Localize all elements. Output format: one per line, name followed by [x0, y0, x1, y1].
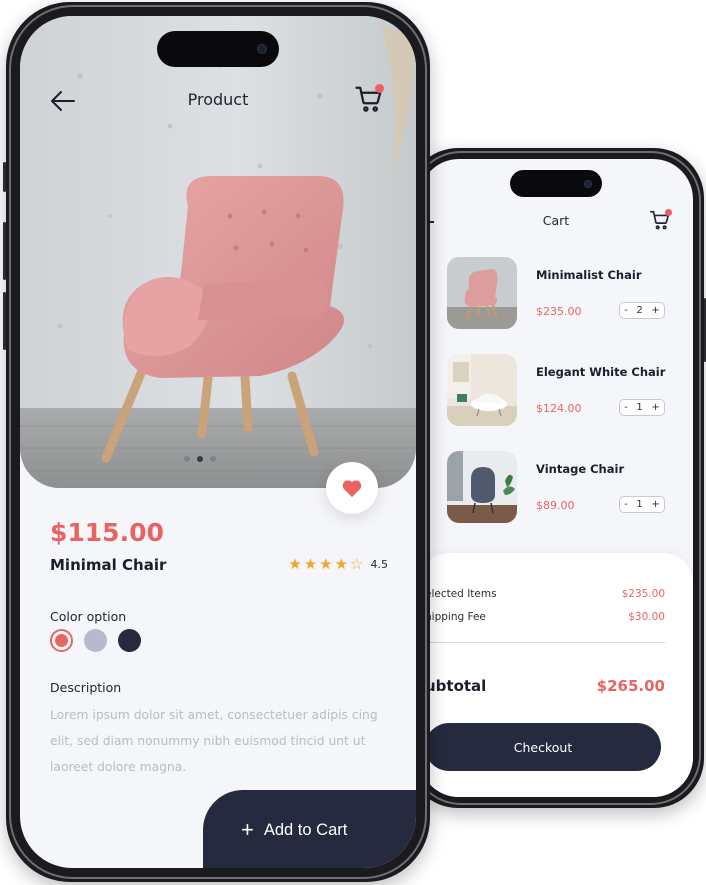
cart-screen: Cart Minimalist Chair $235.00 - 2 + Eleg… — [419, 159, 693, 797]
dynamic-island — [157, 31, 279, 67]
cart-badge — [665, 209, 672, 216]
cart-phone: Cart Minimalist Chair $235.00 - 2 + Eleg… — [408, 148, 706, 808]
star-icon: ★ — [334, 555, 349, 573]
cart-item[interactable]: Vintage Chair $89.00 - 1 + — [447, 451, 693, 525]
carousel-indicator — [184, 456, 216, 462]
plus-button[interactable]: + — [651, 402, 659, 413]
quantity-stepper[interactable]: - 1 + — [619, 399, 665, 416]
item-thumbnail — [447, 257, 517, 329]
shipping-fee-value: $30.00 — [628, 611, 665, 623]
star-icon: ★ — [319, 555, 333, 573]
product-header: Product — [20, 84, 416, 116]
plus-button[interactable]: + — [651, 499, 659, 510]
volume-up-button — [3, 222, 6, 280]
item-name: Minimalist Chair — [536, 268, 642, 282]
selected-items-row: elected Items $235.00 — [425, 588, 665, 600]
add-to-cart-label: Add to Cart — [263, 820, 348, 839]
product-screen: Product $115.00 Minimal Chair ★ ★ ★ ★ ☆ … — [20, 16, 416, 868]
product-phone: Product $115.00 Minimal Chair ★ ★ ★ ★ ☆ … — [3, 2, 430, 882]
subtotal-value: $265.00 — [596, 677, 665, 695]
checkout-button[interactable]: Checkout — [425, 723, 661, 771]
cart-item[interactable]: Elegant White Chair $124.00 - 1 + — [447, 354, 693, 428]
add-to-cart-button[interactable]: + Add to Cart — [203, 790, 416, 868]
subtotal-row: ubtotal $265.00 — [425, 677, 665, 695]
rating-value: 4.5 — [370, 558, 389, 571]
minus-button[interactable]: - — [624, 499, 628, 510]
color-swatch-coral[interactable] — [50, 629, 73, 652]
description-label: Description — [50, 680, 122, 695]
description-text: Lorem ipsum dolor sit amet, consectetuer… — [50, 708, 378, 774]
shopping-cart-icon[interactable] — [354, 84, 384, 114]
star-outline-icon: ☆ — [350, 555, 364, 573]
star-icon: ★ — [288, 555, 302, 573]
shopping-cart-icon[interactable] — [649, 209, 672, 231]
favorite-button[interactable] — [326, 462, 378, 514]
dynamic-island — [510, 170, 602, 197]
product-rating: ★ ★ ★ ★ ☆ 4.5 — [288, 557, 388, 572]
quantity-stepper[interactable]: - 1 + — [619, 496, 665, 513]
shipping-fee-label: hipping Fee — [425, 611, 486, 623]
star-icon: ★ — [303, 555, 318, 573]
item-price: $124.00 — [536, 402, 582, 415]
color-option-label: Color option — [50, 609, 127, 624]
item-price: $235.00 — [536, 305, 582, 318]
carousel-dot[interactable] — [184, 456, 190, 462]
cart-badge — [375, 84, 384, 93]
summary-divider — [425, 642, 665, 643]
item-thumbnail — [447, 354, 517, 426]
item-name: Elegant White Chair — [536, 365, 666, 379]
quantity-value: 1 — [636, 498, 643, 510]
camera-lens — [257, 44, 267, 54]
quantity-value: 2 — [636, 304, 643, 316]
item-thumbnail — [447, 451, 517, 523]
quantity-value: 1 — [636, 401, 643, 413]
color-swatches — [50, 629, 141, 652]
minus-button[interactable]: - — [624, 305, 628, 316]
shipping-fee-row: hipping Fee $30.00 — [425, 611, 665, 623]
volume-down-button — [3, 292, 6, 350]
cart-item[interactable]: Minimalist Chair $235.00 - 2 + — [447, 257, 693, 331]
selected-items-value: $235.00 — [621, 588, 665, 600]
subtotal-label: ubtotal — [425, 677, 487, 695]
selected-items-label: elected Items — [425, 588, 497, 600]
mute-switch — [3, 162, 6, 192]
item-name: Vintage Chair — [536, 462, 625, 476]
quantity-stepper[interactable]: - 2 + — [619, 302, 665, 319]
plus-button[interactable]: + — [651, 305, 659, 316]
order-summary: elected Items $235.00 hipping Fee $30.00… — [419, 553, 693, 797]
minus-button[interactable]: - — [624, 402, 628, 413]
color-swatch-lavender[interactable] — [84, 629, 107, 652]
plus-icon: + — [241, 817, 254, 842]
color-swatch-navy[interactable] — [118, 629, 141, 652]
heart-icon — [342, 480, 362, 498]
carousel-dot-active[interactable] — [197, 456, 203, 462]
camera-lens — [584, 179, 592, 188]
product-price: $115.00 — [50, 518, 164, 547]
carousel-dot[interactable] — [210, 456, 216, 462]
product-name: Minimal Chair — [50, 556, 167, 574]
arrow-left-icon[interactable] — [48, 86, 78, 116]
item-price: $89.00 — [536, 499, 575, 512]
